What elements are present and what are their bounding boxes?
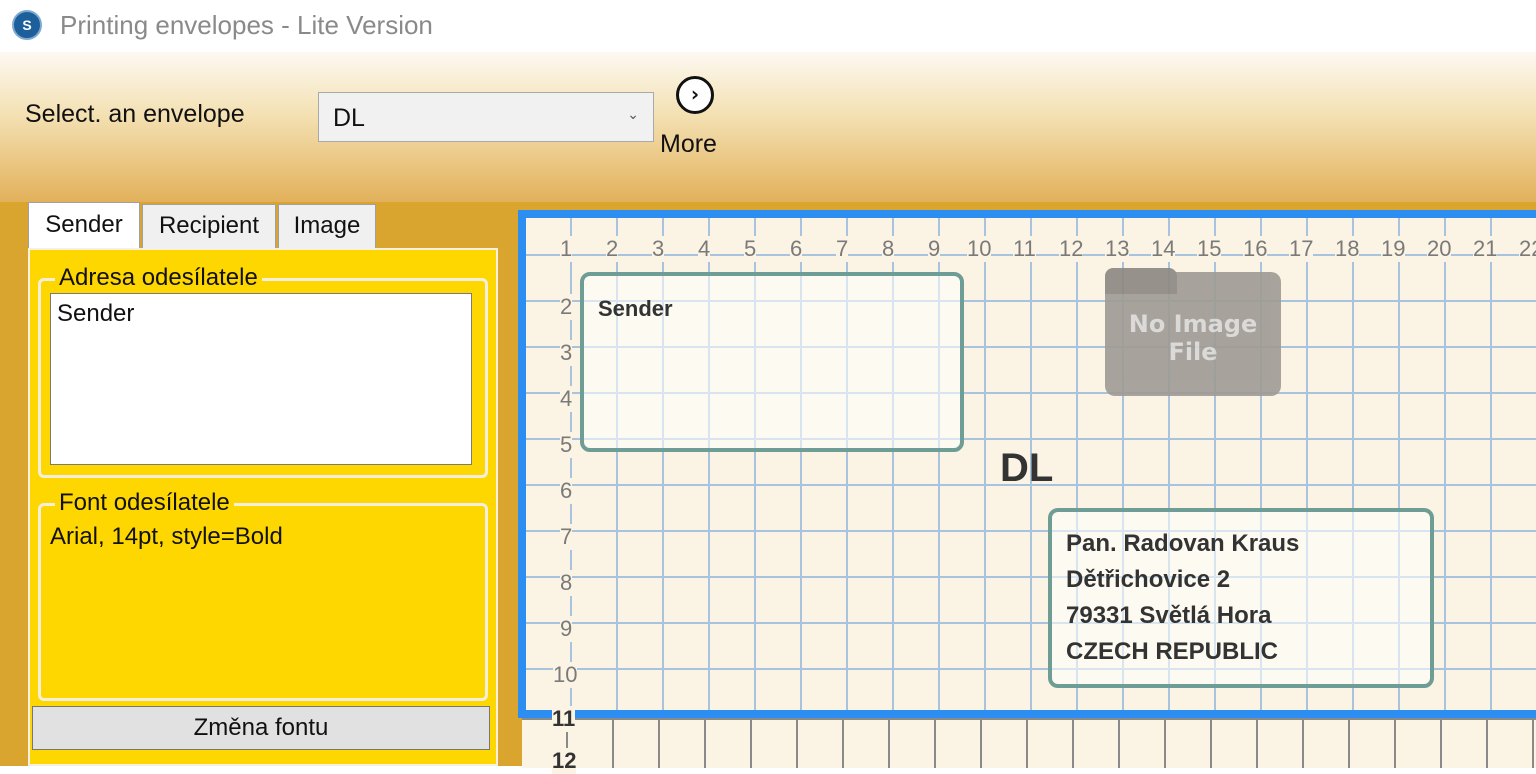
x-ruler-label: 11 (1013, 236, 1036, 262)
y-ruler-label: 4 (560, 386, 573, 412)
x-ruler-label: 22 (1519, 236, 1536, 262)
x-ruler-label: 1 (560, 236, 573, 262)
y-ruler-label: 7 (560, 524, 573, 550)
recipient-line: CZECH REPUBLIC (1066, 638, 1279, 665)
change-font-button[interactable]: Změna fontu (32, 706, 490, 750)
x-ruler-label: 19 (1381, 236, 1406, 262)
below-ruler-label: 11 (552, 706, 576, 732)
y-ruler-label: 9 (560, 616, 573, 642)
globe-app-icon: S (12, 10, 42, 40)
x-ruler-label: 9 (928, 236, 941, 262)
more-label[interactable]: More (660, 130, 717, 159)
x-ruler-label: 20 (1427, 236, 1452, 262)
x-ruler-label: 21 (1473, 236, 1498, 262)
no-image-line2: File (1168, 338, 1218, 366)
no-image-line1: No Image (1128, 310, 1258, 338)
select-envelope-label: Select. an envelope (25, 100, 245, 128)
y-ruler-label: 2 (560, 294, 573, 320)
x-ruler-label: 12 (1059, 236, 1084, 262)
no-image-text: No Image File (1105, 310, 1281, 366)
x-ruler-label: 4 (698, 236, 711, 262)
envelope-select[interactable]: DL ⌄ (318, 92, 654, 142)
window-title: Printing envelopes - Lite Version (60, 10, 433, 40)
tab-recipient[interactable]: Recipient (142, 204, 276, 248)
recipient-line: Pan. Radovan Kraus (1066, 530, 1300, 557)
title-bar: S Printing envelopes - Lite Version (0, 0, 1536, 52)
y-ruler-label: 5 (560, 432, 573, 458)
sender-font-value: Arial, 14pt, style=Bold (50, 523, 283, 550)
x-ruler-label: 10 (967, 236, 992, 262)
recipient-line: Dětřichovice 2 (1066, 566, 1231, 593)
envelope-select-value: DL (333, 104, 365, 132)
tab-sender[interactable]: Sender (28, 202, 140, 250)
x-ruler-label: 15 (1197, 236, 1222, 262)
y-ruler-label: 10 (553, 662, 578, 688)
x-ruler-label: 16 (1243, 236, 1268, 262)
x-ruler-label: 7 (836, 236, 849, 262)
x-ruler-label: 5 (744, 236, 757, 262)
x-ruler-label: 2 (606, 236, 619, 262)
x-ruler-label: 17 (1289, 236, 1314, 262)
y-ruler-label: 8 (560, 570, 573, 596)
sender-address-textbox[interactable]: Sender (50, 293, 472, 465)
chevron-down-icon[interactable]: ⌄ (627, 106, 639, 123)
sender-preview-text: Sender (598, 296, 673, 321)
x-ruler-label: 18 (1335, 236, 1360, 262)
y-ruler-label: 3 (560, 340, 573, 366)
below-ruler-label: 12 (552, 748, 577, 774)
x-ruler-label: 14 (1151, 236, 1176, 262)
recipient-line: 79331 Světlá Hora (1066, 602, 1272, 629)
no-image-placeholder[interactable]: No Image File (1105, 268, 1281, 396)
sender-font-legend: Font odesílatele (55, 489, 234, 517)
x-ruler-label: 13 (1105, 236, 1130, 262)
envelope-type-label: DL (1000, 446, 1054, 490)
tab-image[interactable]: Image (278, 204, 376, 248)
x-ruler-label: 3 (652, 236, 665, 262)
folder-tab (1105, 268, 1177, 294)
x-ruler-label: 8 (882, 236, 895, 262)
more-button[interactable]: › (676, 76, 714, 114)
x-ruler-label: 6 (790, 236, 803, 262)
y-ruler-label: 6 (560, 478, 573, 504)
below-preview-ruler (522, 718, 1536, 768)
sender-address-legend: Adresa odesílatele (55, 264, 262, 292)
